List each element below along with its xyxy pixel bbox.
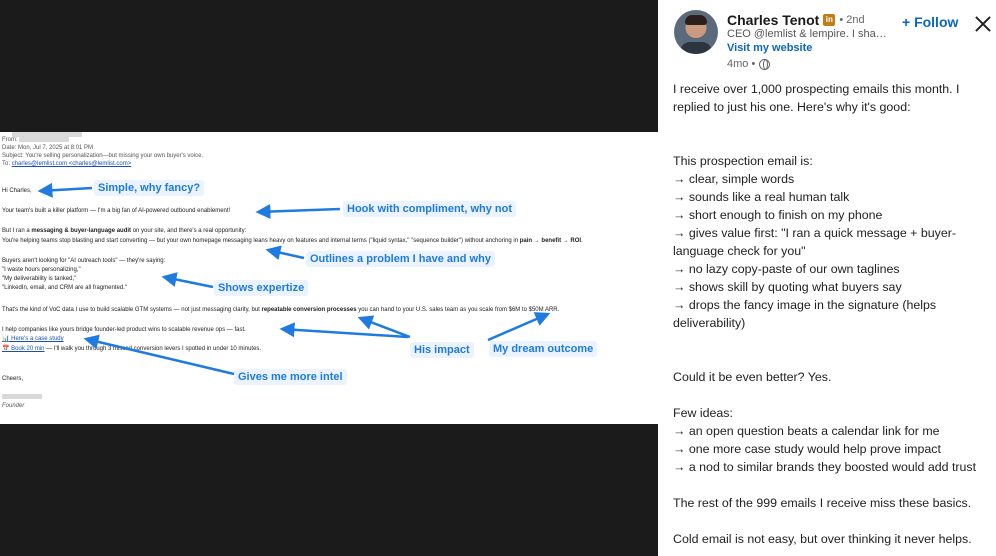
author-name-row: Charles Tenot in • 2nd <box>727 12 865 28</box>
callout-intel: Gives me more intel <box>234 369 347 385</box>
list-item: → shows skill by quoting what buyers say <box>673 280 902 294</box>
globe-icon <box>759 58 771 70</box>
list-item: → one more case study would help prove i… <box>673 442 941 456</box>
linkedin-premium-icon: in <box>823 14 836 26</box>
connection-degree: • 2nd <box>839 14 865 26</box>
callout-impact: His impact <box>410 342 474 358</box>
follow-button[interactable]: + Follow <box>902 14 958 30</box>
list-item: → sounds like a real human talk <box>673 190 850 204</box>
author-headline: CEO @lemlist & lempire. I share ... <box>727 28 887 40</box>
list-item: → gives value first: "I ran a quick mess… <box>673 226 956 258</box>
post-paragraph: Few ideas: <box>673 406 733 420</box>
list-item: → no lazy copy-paste of our own taglines <box>673 262 900 276</box>
post-side-panel: Charles Tenot in • 2nd CEO @lemlist & le… <box>658 0 996 556</box>
list-item: → clear, simple words <box>673 172 795 186</box>
list-item: → short enough to finish on my phone <box>673 208 883 222</box>
avatar[interactable] <box>674 10 718 54</box>
post-paragraph: Could it be even better? Yes. <box>673 370 832 384</box>
avatar-hair <box>685 15 707 25</box>
media-viewer: From: Date: Mon, Jul 7, 2025 at 8:01 PM … <box>0 0 658 556</box>
visit-website-link[interactable]: Visit my website <box>727 42 812 54</box>
list-item: → a nod to similar brands they boosted w… <box>673 460 977 474</box>
email-screenshot-image: From: Date: Mon, Jul 7, 2025 at 8:01 PM … <box>0 132 658 424</box>
list-item: → an open question beats a calendar link… <box>673 424 940 438</box>
author-name[interactable]: Charles Tenot <box>727 12 819 28</box>
avatar-shirt <box>680 42 712 54</box>
post-paragraph: The rest of the 999 emails I receive mis… <box>673 496 972 510</box>
callout-dream-outcome: My dream outcome <box>489 341 598 357</box>
list-item: → drops the fancy image in the signature… <box>673 298 937 330</box>
post-body: I receive over 1,000 prospecting emails … <box>673 80 991 548</box>
post-paragraph: This prospection email is: <box>673 154 813 168</box>
close-icon[interactable] <box>973 14 993 34</box>
callout-simple: Simple, why fancy? <box>94 180 205 196</box>
callout-expertize: Shows expertize <box>214 280 309 296</box>
post-time: 4mo • <box>727 58 756 70</box>
callout-problem: Outlines a problem I have and why <box>306 251 495 267</box>
post-meta: 4mo • <box>727 58 771 70</box>
post-paragraph: Cold email is not easy, but over thinkin… <box>673 532 972 546</box>
callout-hook: Hook with compliment, why not <box>343 201 516 217</box>
post-paragraph: I receive over 1,000 prospecting emails … <box>673 82 960 114</box>
